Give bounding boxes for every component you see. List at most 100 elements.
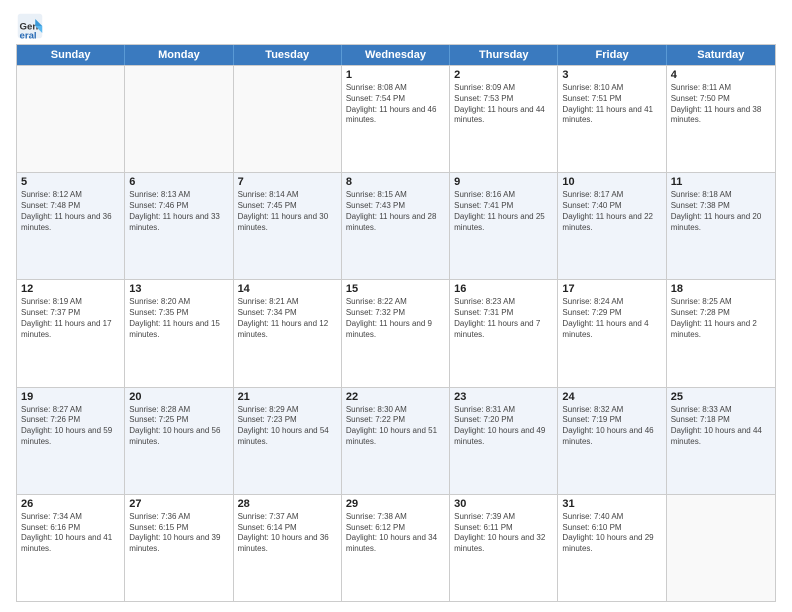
day-number: 12 xyxy=(21,283,120,295)
calendar-week-0: 1 Sunrise: 8:08 AMSunset: 7:54 PMDaylight… xyxy=(17,65,775,172)
day-info: Sunrise: 8:15 AMSunset: 7:43 PMDaylight:… xyxy=(346,190,445,233)
day-info: Sunrise: 8:12 AMSunset: 7:48 PMDaylight:… xyxy=(21,190,120,233)
day-number: 25 xyxy=(671,391,771,403)
day-number: 15 xyxy=(346,283,445,295)
day-info: Sunrise: 8:10 AMSunset: 7:51 PMDaylight:… xyxy=(562,83,661,126)
logo: Gen eral xyxy=(16,12,48,40)
calendar: SundayMondayTuesdayWednesdayThursdayFrid… xyxy=(16,44,776,602)
calendar-day-29: 29 Sunrise: 7:38 AMSunset: 6:12 PMDayligh… xyxy=(342,495,450,601)
day-number: 17 xyxy=(562,283,661,295)
day-info: Sunrise: 8:24 AMSunset: 7:29 PMDaylight:… xyxy=(562,297,661,340)
day-number: 5 xyxy=(21,176,120,188)
day-number: 7 xyxy=(238,176,337,188)
day-info: Sunrise: 8:33 AMSunset: 7:18 PMDaylight:… xyxy=(671,405,771,448)
page: Gen eral SundayMondayTuesdayWednesdayThu… xyxy=(0,0,792,612)
day-number: 20 xyxy=(129,391,228,403)
day-info: Sunrise: 8:17 AMSunset: 7:40 PMDaylight:… xyxy=(562,190,661,233)
day-number: 4 xyxy=(671,69,771,81)
header-day-tuesday: Tuesday xyxy=(234,45,342,65)
calendar-day-11: 11Sunrise: 8:18 AMSunset: 7:38 PMDayligh… xyxy=(667,173,775,279)
calendar-empty-cell xyxy=(667,495,775,601)
day-number: 28 xyxy=(238,498,337,510)
calendar-day-27: 27Sunrise: 7:36 AMSunset: 6:15 PMDayligh… xyxy=(125,495,233,601)
header-day-friday: Friday xyxy=(558,45,666,65)
day-number: 2 xyxy=(454,69,553,81)
calendar-day-21: 21 Sunrise: 8:29 AMSunset: 7:23 PMDayligh… xyxy=(234,388,342,494)
calendar-empty-cell xyxy=(125,66,233,172)
day-number: 23 xyxy=(454,391,553,403)
calendar-week-2: 12 Sunrise: 8:19 AMSunset: 7:37 PMDayligh… xyxy=(17,279,775,386)
day-info: Sunrise: 8:16 AMSunset: 7:41 PMDaylight:… xyxy=(454,190,553,233)
calendar-day-22: 22 Sunrise: 8:30 AMSunset: 7:22 PMDayligh… xyxy=(342,388,450,494)
calendar-header: SundayMondayTuesdayWednesdayThursdayFrid… xyxy=(17,45,775,65)
logo-icon: Gen eral xyxy=(16,12,44,40)
day-number: 14 xyxy=(238,283,337,295)
day-number: 31 xyxy=(562,498,661,510)
day-info: Sunrise: 8:20 AMSunset: 7:35 PMDaylight:… xyxy=(129,297,228,340)
day-info: Sunrise: 8:11 AMSunset: 7:50 PMDaylight:… xyxy=(671,83,771,126)
calendar-day-6: 6Sunrise: 8:13 AMSunset: 7:46 PMDaylight… xyxy=(125,173,233,279)
day-number: 29 xyxy=(346,498,445,510)
day-info: Sunrise: 8:23 AMSunset: 7:31 PMDaylight:… xyxy=(454,297,553,340)
header-day-sunday: Sunday xyxy=(17,45,125,65)
day-info: Sunrise: 7:36 AMSunset: 6:15 PMDaylight:… xyxy=(129,512,228,555)
day-number: 11 xyxy=(671,176,771,188)
calendar-week-1: 5 Sunrise: 8:12 AMSunset: 7:48 PMDaylight… xyxy=(17,172,775,279)
day-number: 6 xyxy=(129,176,228,188)
header-day-wednesday: Wednesday xyxy=(342,45,450,65)
day-number: 30 xyxy=(454,498,553,510)
day-info: Sunrise: 7:40 AMSunset: 6:10 PMDaylight:… xyxy=(562,512,661,555)
day-info: Sunrise: 8:22 AMSunset: 7:32 PMDaylight:… xyxy=(346,297,445,340)
calendar-day-31: 31 Sunrise: 7:40 AMSunset: 6:10 PMDayligh… xyxy=(558,495,666,601)
calendar-week-4: 26Sunrise: 7:34 AMSunset: 6:16 PMDayligh… xyxy=(17,494,775,601)
day-number: 1 xyxy=(346,69,445,81)
day-info: Sunrise: 8:29 AMSunset: 7:23 PMDaylight:… xyxy=(238,405,337,448)
day-info: Sunrise: 7:38 AMSunset: 6:12 PMDaylight:… xyxy=(346,512,445,555)
day-number: 9 xyxy=(454,176,553,188)
calendar-day-3: 3 Sunrise: 8:10 AMSunset: 7:51 PMDaylight… xyxy=(558,66,666,172)
calendar-day-24: 24Sunrise: 8:32 AMSunset: 7:19 PMDayligh… xyxy=(558,388,666,494)
day-info: Sunrise: 8:28 AMSunset: 7:25 PMDaylight:… xyxy=(129,405,228,448)
day-number: 22 xyxy=(346,391,445,403)
calendar-day-26: 26Sunrise: 7:34 AMSunset: 6:16 PMDayligh… xyxy=(17,495,125,601)
header-day-saturday: Saturday xyxy=(667,45,775,65)
calendar-day-5: 5 Sunrise: 8:12 AMSunset: 7:48 PMDaylight… xyxy=(17,173,125,279)
day-info: Sunrise: 8:14 AMSunset: 7:45 PMDaylight:… xyxy=(238,190,337,233)
day-info: Sunrise: 8:31 AMSunset: 7:20 PMDaylight:… xyxy=(454,405,553,448)
calendar-week-3: 19Sunrise: 8:27 AMSunset: 7:26 PMDayligh… xyxy=(17,387,775,494)
day-info: Sunrise: 8:32 AMSunset: 7:19 PMDaylight:… xyxy=(562,405,661,448)
calendar-day-7: 7 Sunrise: 8:14 AMSunset: 7:45 PMDaylight… xyxy=(234,173,342,279)
day-info: Sunrise: 8:21 AMSunset: 7:34 PMDaylight:… xyxy=(238,297,337,340)
calendar-day-4: 4 Sunrise: 8:11 AMSunset: 7:50 PMDaylight… xyxy=(667,66,775,172)
calendar-day-15: 15 Sunrise: 8:22 AMSunset: 7:32 PMDayligh… xyxy=(342,280,450,386)
calendar-day-28: 28Sunrise: 7:37 AMSunset: 6:14 PMDayligh… xyxy=(234,495,342,601)
calendar-day-25: 25 Sunrise: 8:33 AMSunset: 7:18 PMDayligh… xyxy=(667,388,775,494)
day-info: Sunrise: 8:09 AMSunset: 7:53 PMDaylight:… xyxy=(454,83,553,126)
day-info: Sunrise: 8:19 AMSunset: 7:37 PMDaylight:… xyxy=(21,297,120,340)
header-day-thursday: Thursday xyxy=(450,45,558,65)
day-info: Sunrise: 8:25 AMSunset: 7:28 PMDaylight:… xyxy=(671,297,771,340)
calendar-day-2: 2 Sunrise: 8:09 AMSunset: 7:53 PMDaylight… xyxy=(450,66,558,172)
calendar-empty-cell xyxy=(17,66,125,172)
day-number: 19 xyxy=(21,391,120,403)
calendar-day-16: 16Sunrise: 8:23 AMSunset: 7:31 PMDayligh… xyxy=(450,280,558,386)
calendar-day-13: 13 Sunrise: 8:20 AMSunset: 7:35 PMDayligh… xyxy=(125,280,233,386)
day-info: Sunrise: 8:08 AMSunset: 7:54 PMDaylight:… xyxy=(346,83,445,126)
day-number: 18 xyxy=(671,283,771,295)
calendar-body: 1 Sunrise: 8:08 AMSunset: 7:54 PMDaylight… xyxy=(17,65,775,601)
day-number: 3 xyxy=(562,69,661,81)
day-number: 10 xyxy=(562,176,661,188)
day-info: Sunrise: 7:39 AMSunset: 6:11 PMDaylight:… xyxy=(454,512,553,555)
calendar-day-14: 14 Sunrise: 8:21 AMSunset: 7:34 PMDayligh… xyxy=(234,280,342,386)
calendar-day-30: 30 Sunrise: 7:39 AMSunset: 6:11 PMDayligh… xyxy=(450,495,558,601)
day-number: 26 xyxy=(21,498,120,510)
day-info: Sunrise: 8:30 AMSunset: 7:22 PMDaylight:… xyxy=(346,405,445,448)
day-number: 8 xyxy=(346,176,445,188)
day-number: 21 xyxy=(238,391,337,403)
header-day-monday: Monday xyxy=(125,45,233,65)
calendar-day-17: 17 Sunrise: 8:24 AMSunset: 7:29 PMDayligh… xyxy=(558,280,666,386)
calendar-day-23: 23 Sunrise: 8:31 AMSunset: 7:20 PMDayligh… xyxy=(450,388,558,494)
calendar-day-1: 1 Sunrise: 8:08 AMSunset: 7:54 PMDaylight… xyxy=(342,66,450,172)
day-number: 13 xyxy=(129,283,228,295)
calendar-day-20: 20 Sunrise: 8:28 AMSunset: 7:25 PMDayligh… xyxy=(125,388,233,494)
